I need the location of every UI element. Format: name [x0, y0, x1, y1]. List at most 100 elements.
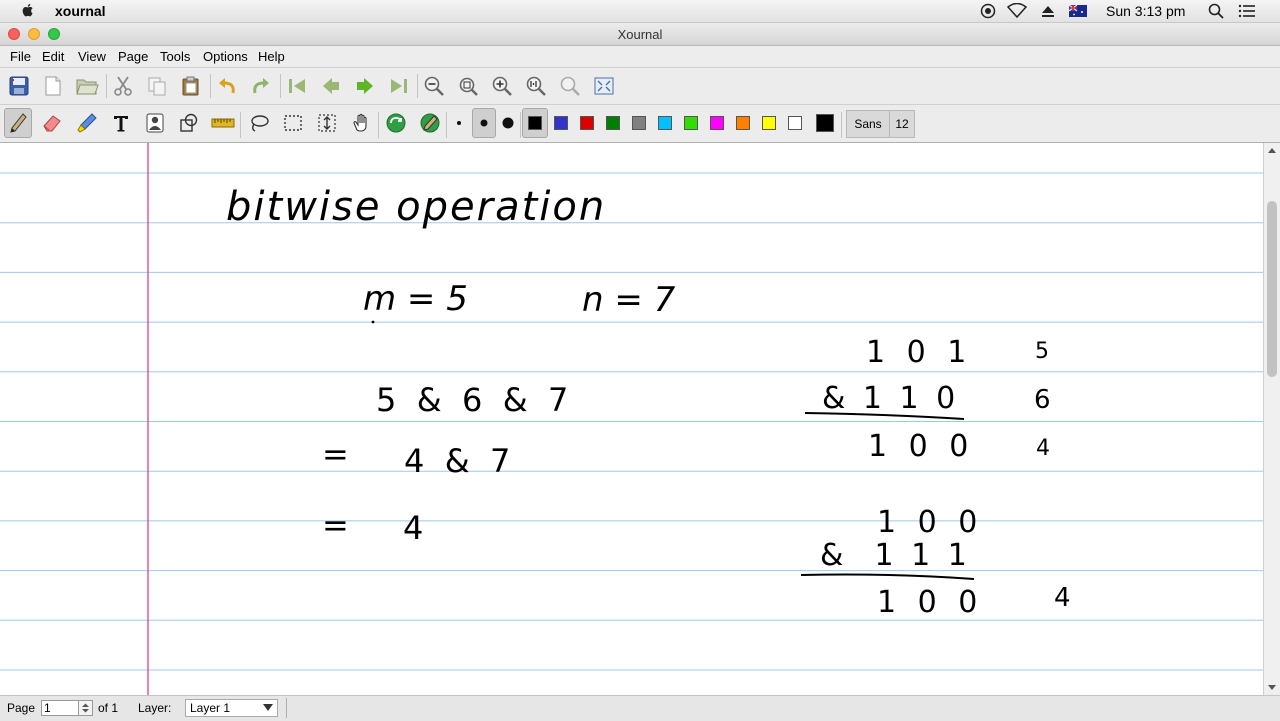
zoom-select-icon[interactable] — [557, 73, 583, 99]
color-white[interactable] — [788, 116, 802, 130]
eraser-tool-icon[interactable] — [39, 110, 65, 136]
notebook-page: bitwise operation m = 5 n = 7 5 & 6 & 7 … — [0, 143, 1263, 695]
screen-record-icon[interactable] — [979, 2, 997, 20]
zoom-in-icon[interactable] — [489, 73, 515, 99]
copy-icon[interactable] — [144, 73, 170, 99]
menu-file[interactable]: File — [10, 49, 31, 64]
prev-page-icon[interactable] — [318, 73, 344, 99]
expression-2: 4 & 7 — [404, 442, 510, 480]
color-light-green[interactable] — [684, 116, 698, 130]
equals-1: = — [322, 435, 349, 473]
cut-icon[interactable] — [110, 73, 136, 99]
color-black[interactable] — [528, 116, 542, 130]
medium-pen-icon[interactable] — [472, 108, 496, 138]
calc2-row3-value: 4 — [1054, 583, 1071, 613]
chevron-down-icon — [263, 704, 273, 711]
first-page-icon[interactable] — [284, 73, 310, 99]
menu-options[interactable]: Options — [203, 49, 248, 64]
apple-icon[interactable] — [20, 2, 36, 18]
app-name[interactable]: xournal — [55, 3, 106, 19]
zoom-100-icon[interactable] — [523, 73, 549, 99]
font-name-button[interactable]: Sans — [846, 110, 890, 138]
n-definition: n = 7 — [582, 280, 676, 320]
page-spinner[interactable] — [79, 700, 93, 716]
shape-recognizer-icon[interactable] — [176, 110, 202, 136]
save-icon[interactable] — [6, 73, 32, 99]
m-definition: m = 5 — [363, 279, 468, 319]
menu-tools[interactable]: Tools — [160, 49, 190, 64]
app-menubar: File Edit View Page Tools Options Help — [0, 46, 1280, 68]
redo-icon[interactable] — [248, 73, 274, 99]
color-blue[interactable] — [554, 116, 568, 130]
ruler-icon[interactable] — [210, 110, 236, 136]
toolbar-separator — [520, 112, 521, 138]
toolbar-separator — [841, 112, 842, 138]
zoom-out-icon[interactable] — [421, 73, 447, 99]
color-light-blue[interactable] — [658, 116, 672, 130]
text-tool-icon[interactable] — [108, 110, 134, 136]
zoom-fit-icon[interactable] — [455, 73, 481, 99]
mac-menubar: xournal Sun 3:13 pm — [0, 0, 1280, 23]
calc1-row3: 1 0 0 — [868, 429, 974, 464]
thick-pen-icon[interactable] — [497, 110, 519, 136]
color-magenta[interactable] — [710, 116, 724, 130]
open-icon[interactable] — [74, 73, 100, 99]
toolbar-separator — [106, 74, 107, 98]
ink-dot — [371, 320, 375, 324]
calc1-row1: 1 0 1 — [866, 335, 972, 370]
color-orange[interactable] — [736, 116, 750, 130]
vertical-scrollbar[interactable] — [1263, 143, 1280, 695]
undo-icon[interactable] — [214, 73, 240, 99]
paste-icon[interactable] — [178, 73, 204, 99]
wifi-icon[interactable] — [1006, 2, 1028, 20]
fullscreen-icon[interactable] — [591, 73, 617, 99]
ruled-lines — [0, 172, 1263, 671]
clock[interactable]: Sun 3:13 pm — [1106, 3, 1185, 19]
thin-pen-icon[interactable] — [450, 110, 468, 136]
color-yellow[interactable] — [762, 116, 776, 130]
menu-edit[interactable]: Edit — [42, 49, 64, 64]
lasso-select-icon[interactable] — [246, 110, 272, 136]
last-page-icon[interactable] — [386, 73, 412, 99]
toolbar-separator — [417, 74, 418, 98]
color-gray[interactable] — [632, 116, 646, 130]
calc2-row1: 1 0 0 — [877, 505, 983, 540]
vertical-space-icon[interactable] — [314, 110, 340, 136]
scroll-down-arrow-icon[interactable] — [1268, 685, 1276, 690]
calc2-row3: 1 0 0 — [877, 585, 983, 620]
hand-tool-icon[interactable] — [348, 110, 374, 136]
layer-select[interactable]: Layer 1 — [185, 699, 278, 717]
calc1-row3-value: 4 — [1036, 436, 1050, 461]
status-bar: Page of 1 Layer: Layer 1 — [0, 695, 1280, 721]
page-label: Page — [7, 701, 36, 715]
color-red[interactable] — [580, 116, 594, 130]
pen-tool-icon[interactable] — [4, 108, 32, 138]
color-green[interactable] — [606, 116, 620, 130]
font-size-button[interactable]: 12 — [889, 110, 915, 138]
list-icon[interactable] — [1237, 2, 1257, 20]
menu-page[interactable]: Page — [118, 49, 148, 64]
calc1-row1-value: 5 — [1035, 339, 1049, 364]
default-pen-icon[interactable] — [417, 110, 443, 136]
calc1-row2-value: 6 — [1034, 385, 1051, 415]
flag-icon[interactable] — [1068, 2, 1088, 20]
scroll-up-arrow-icon[interactable] — [1268, 148, 1276, 153]
menu-help[interactable]: Help — [258, 49, 285, 64]
scrollbar-thumb[interactable] — [1267, 201, 1277, 377]
menu-view[interactable]: View — [78, 49, 106, 64]
new-icon[interactable] — [40, 73, 66, 99]
status-divider — [286, 698, 287, 718]
calc2-underline — [800, 573, 975, 580]
eject-icon[interactable] — [1039, 2, 1057, 20]
rect-select-icon[interactable] — [280, 110, 306, 136]
layer-select-value: Layer 1 — [190, 701, 231, 715]
page-canvas[interactable]: bitwise operation m = 5 n = 7 5 & 6 & 7 … — [0, 143, 1263, 695]
page-number-input[interactable] — [41, 700, 79, 716]
color-chooser-swatch — [816, 114, 834, 132]
default-tool-icon[interactable] — [383, 110, 409, 136]
image-tool-icon[interactable] — [142, 110, 168, 136]
next-page-icon[interactable] — [352, 73, 378, 99]
search-icon[interactable] — [1207, 2, 1225, 20]
highlighter-tool-icon[interactable] — [74, 110, 100, 136]
color-chooser-button[interactable] — [812, 110, 838, 136]
